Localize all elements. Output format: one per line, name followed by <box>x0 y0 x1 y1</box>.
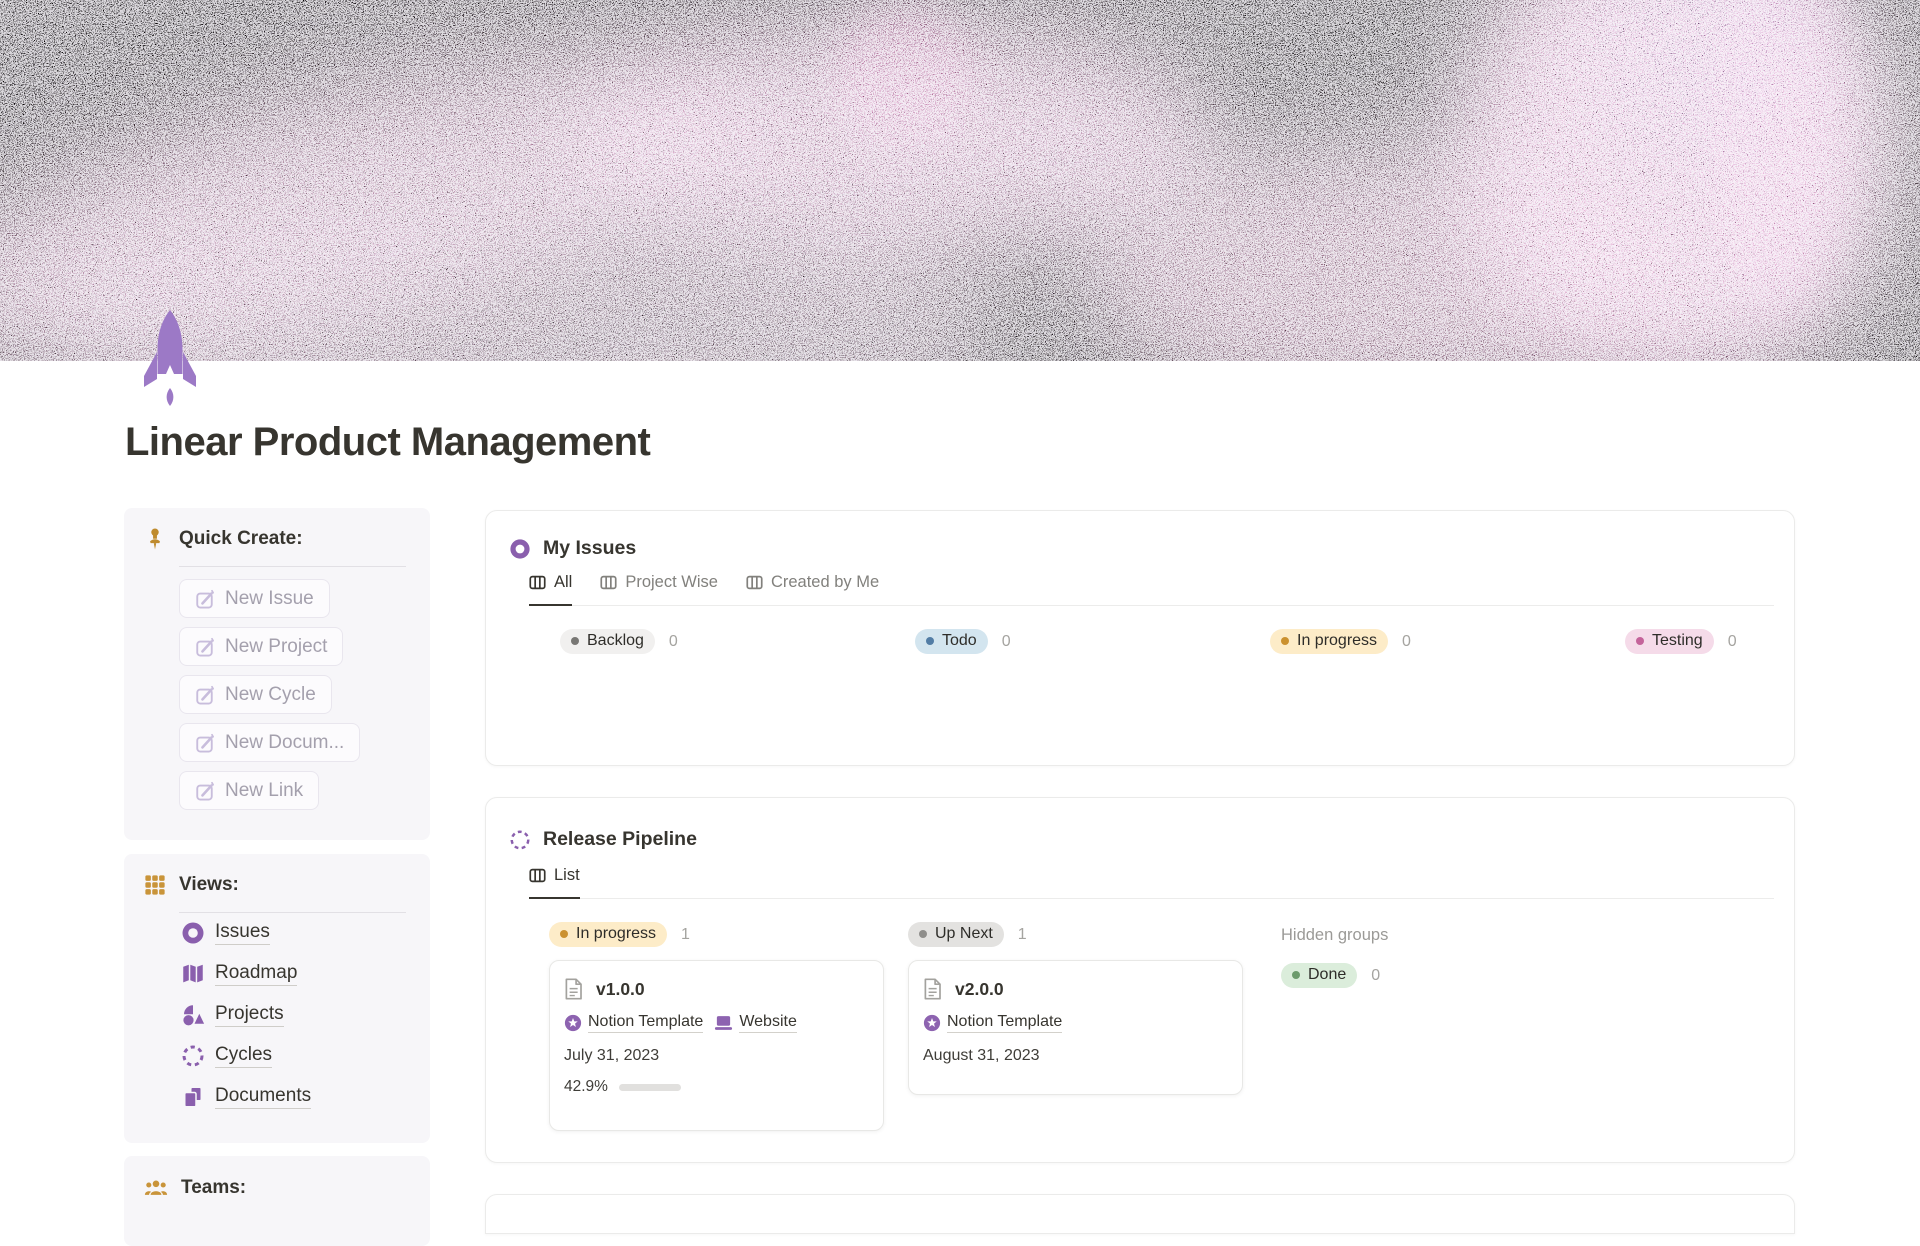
release-card-v2[interactable]: v2.0.0 Notion Template August 31, 2023 <box>908 960 1243 1095</box>
galaxy-banner-art <box>0 0 1920 361</box>
teams-heading: Teams: <box>181 1177 247 1198</box>
column-in-progress: In progress 1 v1.0.0 Notion Template Web… <box>549 922 889 1131</box>
hidden-groups-label: Hidden groups <box>1281 926 1389 944</box>
group-count: 0 <box>1371 966 1381 984</box>
status-badge[interactable]: In progress <box>549 922 668 947</box>
divider <box>179 912 406 913</box>
compose-icon <box>195 637 215 657</box>
status-badge[interactable]: In progress <box>1270 629 1389 654</box>
pushpin-icon <box>144 528 166 550</box>
tab-created-by-me[interactable]: Created by Me <box>746 573 879 605</box>
progress-bar <box>618 1083 681 1091</box>
target-icon <box>509 538 531 560</box>
release-date: July 31, 2023 <box>564 1047 660 1064</box>
compose-icon <box>195 685 215 705</box>
status-badge[interactable]: Backlog <box>560 629 655 654</box>
group-count: 1 <box>1017 925 1027 943</box>
teams-section: Teams: <box>124 1156 430 1246</box>
rocket-icon[interactable] <box>141 308 199 408</box>
status-badge[interactable]: Todo <box>915 629 988 654</box>
shapes-icon <box>181 1003 205 1027</box>
new-cycle-button[interactable]: New Cycle <box>179 675 332 714</box>
page-icon <box>923 978 942 1000</box>
status-badge[interactable]: Up Next <box>908 922 1004 947</box>
status-dot <box>926 637 934 645</box>
sidebar-item-issues[interactable]: Issues <box>181 916 311 950</box>
status-dot <box>1636 637 1644 645</box>
sidebar-item-cycles[interactable]: Cycles <box>181 1039 311 1073</box>
sidebar-item-roadmap[interactable]: Roadmap <box>181 957 311 991</box>
progress-row: 42.9% <box>564 1078 869 1096</box>
board-view-icon <box>600 574 617 591</box>
group-testing: Testing 0 <box>1625 629 1920 654</box>
people-icon <box>144 1176 168 1200</box>
view-tabs: All Project Wise Created by Me <box>529 573 1774 606</box>
group-backlog: Backlog 0 <box>560 629 915 654</box>
new-document-button[interactable]: New Docum... <box>179 723 361 762</box>
column-up-next: Up Next 1 v2.0.0 Notion Template August … <box>908 922 1248 1095</box>
status-badge[interactable]: Done <box>1281 963 1358 988</box>
new-issue-button[interactable]: New Issue <box>179 579 330 618</box>
sidebar-item-documents[interactable]: Documents <box>181 1080 312 1114</box>
status-dot <box>1281 637 1289 645</box>
group-todo: Todo 0 <box>915 629 1270 654</box>
dashed-circle-icon <box>509 829 531 851</box>
view-tabs: List <box>529 866 1774 899</box>
relation-notion-template[interactable]: Notion Template <box>564 1013 704 1033</box>
release-date: August 31, 2023 <box>923 1047 1040 1064</box>
status-dot <box>919 930 927 938</box>
status-dot <box>560 930 568 938</box>
group-in-progress: In progress 0 <box>1270 629 1625 654</box>
column-hidden-groups: Hidden groups Done 0 <box>1281 922 1621 988</box>
quick-create-section: Quick Create: New Issue New Project New … <box>124 508 430 840</box>
board-title: Release Pipeline <box>543 828 697 850</box>
group-count: 0 <box>1402 632 1411 650</box>
pages-icon <box>181 1085 205 1109</box>
status-dot <box>1292 971 1300 979</box>
divider <box>179 566 406 567</box>
new-link-button[interactable]: New Link <box>179 771 320 810</box>
grid-icon <box>144 874 166 896</box>
status-badge[interactable]: Testing <box>1625 629 1714 654</box>
group-count: 1 <box>681 925 690 943</box>
my-issues-board: My Issues All Project Wise Created by Me… <box>485 510 1795 766</box>
page-icon <box>564 978 583 1000</box>
compose-icon <box>195 733 215 753</box>
target-icon <box>181 921 205 945</box>
sidebar-item-projects[interactable]: Projects <box>181 998 311 1032</box>
group-count: 0 <box>668 632 678 650</box>
cover-image <box>0 0 1920 361</box>
relation-notion-template[interactable]: Notion Template <box>923 1013 1063 1033</box>
group-count: 0 <box>1727 632 1737 650</box>
group-done: Done 0 <box>1281 963 1621 988</box>
tab-project-wise[interactable]: Project Wise <box>600 573 718 605</box>
compose-icon <box>195 589 215 609</box>
dashed-circle-icon <box>181 1044 205 1068</box>
board-view-icon <box>529 867 546 884</box>
quick-create-heading: Quick Create: <box>179 528 303 549</box>
board-view-icon <box>746 574 763 591</box>
progress-percent: 42.9% <box>564 1078 608 1095</box>
views-heading: Views: <box>179 874 239 895</box>
release-pipeline-board: Release Pipeline List In progress 1 v1.0… <box>485 797 1795 1163</box>
next-section-card <box>485 1194 1795 1234</box>
release-card-v1[interactable]: v1.0.0 Notion Template Website July 31, … <box>549 960 884 1131</box>
views-section: Views: Issues Roadmap Projects Cycles Do… <box>124 854 430 1143</box>
star-badge-icon <box>923 1014 941 1032</box>
map-icon <box>181 962 205 986</box>
board-title: My Issues <box>543 537 637 559</box>
page-title: Linear Product Management <box>125 420 651 464</box>
laptop-icon <box>714 1015 733 1031</box>
star-badge-icon <box>564 1014 582 1032</box>
group-count: 0 <box>1001 632 1011 650</box>
relation-website[interactable]: Website <box>714 1013 797 1033</box>
status-dot <box>571 637 579 645</box>
board-view-icon <box>529 574 546 591</box>
tab-all[interactable]: All <box>529 573 573 606</box>
new-project-button[interactable]: New Project <box>179 627 344 666</box>
tab-list[interactable]: List <box>529 866 580 899</box>
compose-icon <box>195 781 215 801</box>
